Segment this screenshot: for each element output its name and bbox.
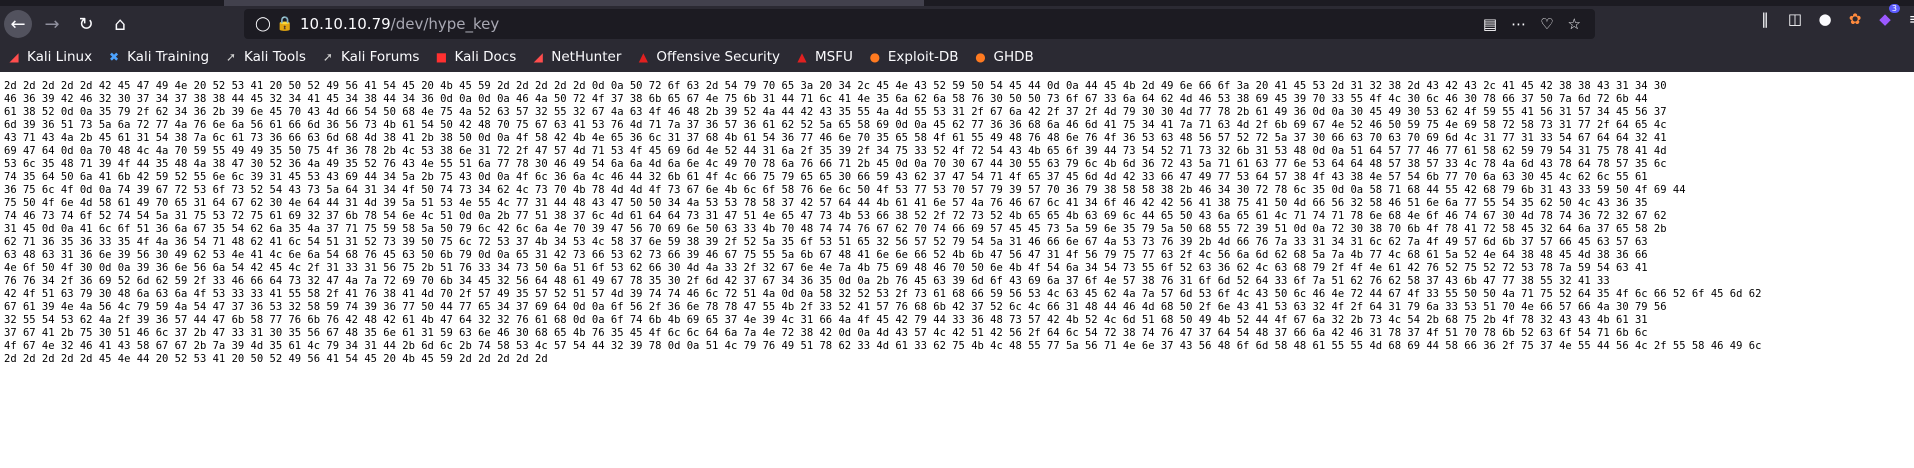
hex-line: 43 71 43 4a 2b 45 61 31 54 38 7a 6c 61 7… bbox=[4, 132, 1667, 144]
hex-line: 46 36 39 42 46 32 30 37 34 37 38 38 44 4… bbox=[4, 93, 1648, 105]
bookmark-nethunter[interactable]: ◢ NetHunter bbox=[530, 49, 622, 65]
home-button[interactable]: ⌂ bbox=[106, 10, 134, 38]
msfu-icon: ▲ bbox=[797, 50, 807, 64]
hex-line: 31 45 0d 0a 41 6c 6f 51 36 6a 67 35 54 6… bbox=[4, 223, 1667, 235]
page-content: 2d 2d 2d 2d 2d 42 45 47 49 4e 20 52 53 4… bbox=[0, 72, 1914, 366]
hex-line: 74 35 64 50 6a 41 6b 42 59 52 55 6e 6c 3… bbox=[4, 171, 1648, 183]
ghdb-icon: ● bbox=[975, 50, 986, 64]
hex-line: 75 50 4f 6e 4d 58 61 49 70 65 31 64 67 6… bbox=[4, 197, 1648, 209]
bookmark-label: Kali Linux bbox=[27, 49, 93, 65]
bookmark-label: MSFU bbox=[815, 49, 853, 65]
hex-line: 42 4f 51 63 79 30 48 6a 63 6a 4f 53 33 3… bbox=[4, 288, 1762, 300]
toolbar-right: ‖ ◫ ● ✿ ◆3 ≡ bbox=[1750, 4, 1914, 28]
arrow-right-icon: → bbox=[44, 13, 60, 35]
nethunter-icon: ◢ bbox=[533, 50, 543, 64]
hex-line: 4e 6f 50 4f 30 0d 0a 39 36 6e 56 6a 54 4… bbox=[4, 262, 1648, 274]
insecure-lock-icon[interactable]: 🔒 bbox=[276, 16, 294, 32]
hex-line: 67 61 39 4e 4a 56 4c 79 59 4a 54 47 37 3… bbox=[4, 301, 1667, 313]
bookmark-kali-tools[interactable]: ➚ Kali Tools bbox=[223, 49, 306, 65]
bookmark-exploit-db[interactable]: ● Exploit-DB bbox=[867, 49, 959, 65]
url-host: 10.10.10.79 bbox=[300, 15, 391, 33]
home-icon: ⌂ bbox=[114, 13, 126, 35]
back-button[interactable]: ← bbox=[4, 10, 32, 38]
hex-line: 4f 67 4e 32 46 41 43 58 67 67 2b 7a 39 4… bbox=[4, 340, 1762, 352]
sidebar-icon[interactable]: ◫ bbox=[1780, 10, 1810, 28]
hex-line: 74 46 73 74 6f 52 74 54 5a 31 75 53 72 7… bbox=[4, 210, 1667, 222]
hex-dump: 2d 2d 2d 2d 2d 42 45 47 49 4e 20 52 53 4… bbox=[0, 80, 1914, 366]
kali-docs-icon: ■ bbox=[435, 50, 448, 64]
bookmark-offensive-security[interactable]: ▲ Offensive Security bbox=[635, 49, 780, 65]
pocket-icon[interactable]: ♡ bbox=[1540, 15, 1553, 33]
account-icon[interactable]: ● bbox=[1810, 10, 1840, 28]
bookmark-kali-training[interactable]: ✖ Kali Training bbox=[106, 49, 209, 65]
bookmark-label: NetHunter bbox=[551, 49, 622, 65]
hex-line: 32 55 54 53 62 4a 2f 39 36 57 44 47 6b 5… bbox=[4, 314, 1648, 326]
hex-line: 2d 2d 2d 2d 2d 42 45 47 49 4e 20 52 53 4… bbox=[4, 80, 1667, 92]
hex-line: 53 6c 35 48 71 39 4f 44 35 48 4a 38 47 3… bbox=[4, 158, 1667, 170]
hex-line: 6d 39 36 51 73 5a 6a 72 77 4a 76 6e 6a 5… bbox=[4, 119, 1667, 131]
bookmark-label: Offensive Security bbox=[656, 49, 780, 65]
bookmark-label: Kali Tools bbox=[244, 49, 306, 65]
extension-icon[interactable]: ✿ bbox=[1840, 10, 1870, 28]
hex-line: 36 75 6c 4f 0d 0a 74 39 67 72 53 6f 73 5… bbox=[4, 184, 1686, 196]
kali-icon: ◢ bbox=[9, 50, 19, 64]
reload-icon: ↻ bbox=[78, 13, 94, 35]
bookmark-ghdb[interactable]: ● GHDB bbox=[973, 49, 1034, 65]
kali-forums-icon: ➚ bbox=[322, 50, 333, 64]
hex-line: 69 47 64 0d 0a 70 48 4c 4a 70 59 55 49 4… bbox=[4, 145, 1667, 157]
kali-training-icon: ✖ bbox=[109, 50, 120, 64]
browser-chrome: ← → ↻ ⌂ ◯ 🔒 10.10.10.79/dev/hype_key ▤ ⋯… bbox=[0, 0, 1914, 72]
kali-tools-icon: ➚ bbox=[225, 50, 237, 64]
arrow-left-icon: ← bbox=[10, 13, 26, 35]
hex-line: 62 71 36 35 36 33 35 4f 4a 36 54 71 48 6… bbox=[4, 236, 1648, 248]
library-icon[interactable]: ‖ bbox=[1750, 10, 1780, 28]
hex-line: 63 48 63 31 36 6e 39 56 30 49 62 53 4e 4… bbox=[4, 249, 1648, 261]
url-path: /dev/hype_key bbox=[390, 15, 500, 33]
offsec-icon: ▲ bbox=[638, 50, 648, 64]
reader-view-icon[interactable]: ▤ bbox=[1483, 15, 1497, 33]
tab-strip bbox=[0, 0, 1914, 6]
reload-button[interactable]: ↻ bbox=[72, 10, 100, 38]
bookmark-label: GHDB bbox=[993, 49, 1034, 65]
hex-line: 2d 2d 2d 2d 2d 45 4e 44 20 52 53 41 20 5… bbox=[4, 353, 548, 365]
url-bar[interactable]: ◯ 🔒 10.10.10.79/dev/hype_key ▤ ⋯ ♡ ☆ bbox=[244, 9, 1595, 39]
bookmark-label: Exploit-DB bbox=[887, 49, 959, 65]
hex-line: 76 76 34 2f 36 69 52 6d 62 59 2f 33 46 6… bbox=[4, 275, 1610, 287]
exploitdb-icon: ● bbox=[869, 50, 881, 64]
hex-line: 37 67 41 2b 75 30 51 46 6c 37 2b 47 33 3… bbox=[4, 327, 1648, 339]
bookmark-msfu[interactable]: ▲ MSFU bbox=[794, 49, 853, 65]
forward-button[interactable]: → bbox=[38, 10, 66, 38]
bookmark-kali-docs[interactable]: ■ Kali Docs bbox=[433, 49, 516, 65]
bookmark-star-icon[interactable]: ☆ bbox=[1568, 15, 1581, 33]
more-actions-icon[interactable]: ⋯ bbox=[1511, 15, 1526, 33]
bookmark-label: Kali Training bbox=[127, 49, 210, 65]
active-tab[interactable] bbox=[224, 0, 924, 6]
bookmark-kali-linux[interactable]: ◢ Kali Linux bbox=[6, 49, 92, 65]
shield-icon[interactable]: ◯ bbox=[252, 16, 274, 32]
hex-line: 61 38 52 0d 0a 35 79 2f 62 34 36 2b 39 6… bbox=[4, 106, 1667, 118]
bookmark-kali-forums[interactable]: ➚ Kali Forums bbox=[320, 49, 420, 65]
extension-badge-count: 3 bbox=[1888, 4, 1900, 13]
bookmarks-toolbar: ◢ Kali Linux ✖ Kali Training ➚ Kali Tools ➚… bbox=[0, 42, 1914, 72]
bookmark-label: Kali Docs bbox=[454, 49, 517, 65]
bookmark-label: Kali Forums bbox=[340, 49, 420, 65]
url-text[interactable]: 10.10.10.79/dev/hype_key bbox=[300, 15, 499, 33]
menu-icon[interactable]: ≡ bbox=[1900, 10, 1914, 28]
extension-badge-icon[interactable]: ◆ 3 bbox=[1870, 4, 1900, 28]
